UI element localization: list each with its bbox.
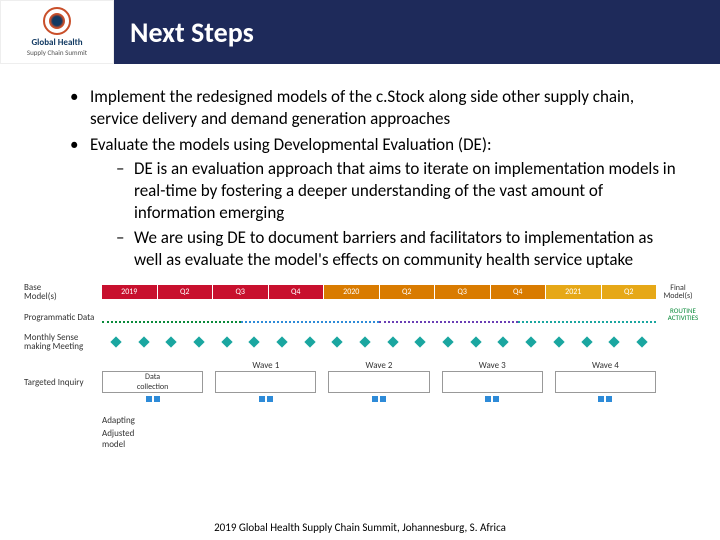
timeline-graphic: BaseModel(s) 2019 Q2 Q3 Q4 2020 Q2 Q3 Q4…	[24, 283, 700, 455]
row-label-sensemaking: Monthly Sense making Meeting	[24, 333, 102, 351]
logo-icon	[43, 7, 71, 35]
slide-body: Implement the redesigned models of the c…	[0, 64, 720, 271]
wave-box: Data collection	[102, 371, 203, 393]
qtr-cell: Q4	[269, 285, 324, 299]
slide-title: Next Steps	[130, 15, 254, 50]
routine-activities-label: ROUTINE ACTIVITIES	[658, 307, 708, 321]
wave-box: Wave 1	[215, 371, 316, 393]
qtr-cell: 2019	[102, 285, 157, 299]
logo-text-2: Supply Chain Summit	[27, 48, 87, 57]
logo: Global Health Supply Chain Summit	[0, 0, 114, 64]
bullet-2-text: Evaluate the models using Developmental …	[90, 134, 492, 155]
qtr-cell: 2021	[546, 285, 601, 299]
method-adjusted: Adjusted model	[102, 428, 135, 450]
bullet-2a: DE is an evaluation approach that aims t…	[116, 158, 680, 224]
endcap-final: FinalModel(s)	[656, 284, 700, 300]
slide-footer: 2019 Global Health Supply Chain Summit, …	[0, 521, 720, 534]
title-bar: Next Steps	[114, 0, 720, 64]
diamond-markers	[102, 337, 656, 347]
endcap-base: BaseModel(s)	[24, 283, 102, 301]
row-label-programmatic: Programmatic Data	[24, 313, 102, 322]
method-adapting: Adapting	[102, 415, 135, 426]
qtr-cell: Q3	[435, 285, 490, 299]
qtr-cell: Q4	[491, 285, 546, 299]
qtr-cell: Q2	[380, 285, 435, 299]
row-label-targeted: Targeted Inquiry	[24, 378, 102, 387]
wave-box: Wave 4	[555, 371, 656, 393]
logo-text-1: Global Health	[31, 37, 82, 48]
slide-header: Global Health Supply Chain Summit Next S…	[0, 0, 720, 64]
qtr-cell: Q3	[213, 285, 268, 299]
qtr-cell: 2020	[324, 285, 379, 299]
bullet-1: Implement the redesigned models of the c…	[70, 86, 680, 130]
bullet-2: Evaluate the models using Developmental …	[70, 134, 680, 271]
qtr-cell: Q2	[158, 285, 213, 299]
qtr-cell: Q2	[602, 285, 657, 299]
wave-box: Wave 2	[328, 371, 429, 393]
quarter-bar: 2019 Q2 Q3 Q4 2020 Q2 Q3 Q4 2021 Q2	[102, 285, 656, 299]
wave-box: Wave 3	[442, 371, 543, 393]
bullet-2b: We are using DE to document barriers and…	[116, 227, 680, 271]
